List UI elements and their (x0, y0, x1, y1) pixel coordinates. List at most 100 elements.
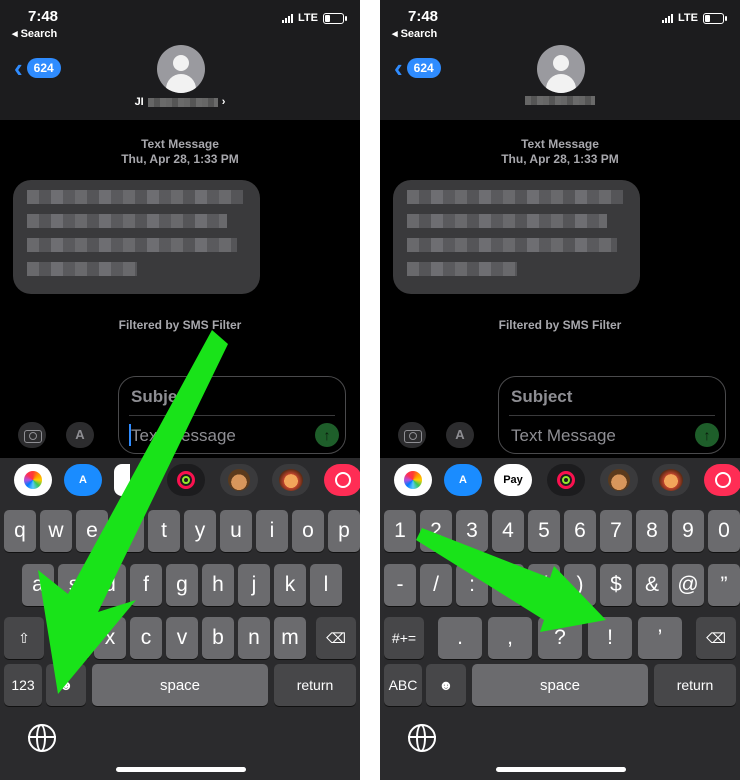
delete-key[interactable]: ⌫ (696, 617, 736, 659)
key-f[interactable]: f (130, 564, 162, 606)
space-key[interactable]: space (92, 664, 268, 706)
animoji-icon[interactable] (272, 464, 310, 496)
back-button[interactable]: ‹ 624 (394, 55, 441, 81)
animoji-icon[interactable] (652, 464, 690, 496)
emoji-key[interactable]: ☻ (426, 664, 466, 706)
key-g[interactable]: g (166, 564, 198, 606)
key-m[interactable]: m (274, 617, 306, 659)
key-q[interactable]: q (4, 510, 36, 552)
key-c[interactable]: c (130, 617, 162, 659)
contact-avatar[interactable] (537, 45, 585, 93)
key-h[interactable]: h (202, 564, 234, 606)
subject-field[interactable]: Subject (511, 387, 572, 407)
send-button[interactable]: ↑ (315, 423, 339, 447)
key-k[interactable]: k (274, 564, 306, 606)
key-punct-1[interactable]: , (488, 617, 532, 659)
key-5[interactable]: 6 (564, 510, 596, 552)
key-sym-3[interactable]: ; (492, 564, 524, 606)
camera-icon[interactable] (18, 422, 46, 448)
photos-icon[interactable] (394, 464, 432, 496)
message-field[interactable]: Text Message (511, 426, 616, 446)
key-punct-3[interactable]: ! (588, 617, 632, 659)
key-r[interactable]: r (112, 510, 144, 552)
key-a[interactable]: a (22, 564, 54, 606)
key-l[interactable]: l (310, 564, 342, 606)
key-sym-8[interactable]: @ (672, 564, 704, 606)
key-0[interactable]: 1 (384, 510, 416, 552)
app-store-icon[interactable]: A (444, 464, 482, 496)
back-to-search-link[interactable]: ◂ Search (392, 27, 437, 40)
key-7[interactable]: 8 (636, 510, 668, 552)
key-8[interactable]: 9 (672, 510, 704, 552)
back-to-search-link[interactable]: ◂ Search (12, 27, 57, 40)
key-sym-7[interactable]: & (636, 564, 668, 606)
subject-field[interactable]: Subject (131, 387, 192, 407)
key-sym-1[interactable]: / (420, 564, 452, 606)
delete-key[interactable]: ⌫ (316, 617, 356, 659)
key-punct-4[interactable]: ’ (638, 617, 682, 659)
globe-icon[interactable] (28, 724, 56, 752)
key-punct-2[interactable]: ? (538, 617, 582, 659)
activity-icon[interactable] (547, 464, 585, 496)
key-u[interactable]: u (220, 510, 252, 552)
message-field[interactable]: Text Message (131, 426, 236, 446)
photos-icon[interactable] (14, 464, 52, 496)
activity-icon[interactable] (167, 464, 205, 496)
key-6[interactable]: 7 (600, 510, 632, 552)
emoji-key[interactable]: ☻ (46, 664, 86, 706)
key-sym-6[interactable]: $ (600, 564, 632, 606)
key-sym-9[interactable]: ” (708, 564, 740, 606)
web-search-icon[interactable] (704, 464, 740, 496)
globe-icon[interactable] (408, 724, 436, 752)
key-i[interactable]: i (256, 510, 288, 552)
key-n[interactable]: n (238, 617, 270, 659)
app-store-toolbar-icon[interactable] (446, 422, 474, 448)
back-button[interactable]: ‹ 624 (14, 55, 61, 81)
key-punct-0[interactable]: . (438, 617, 482, 659)
key-9[interactable]: 0 (708, 510, 740, 552)
symbols-key[interactable]: #+= (384, 617, 424, 659)
app-store-icon[interactable]: A (64, 464, 102, 496)
key-sym-5[interactable]: ) (564, 564, 596, 606)
memoji-icon[interactable] (220, 464, 258, 496)
camera-icon[interactable] (398, 422, 426, 448)
space-key[interactable]: space (472, 664, 648, 706)
key-sym-2[interactable]: : (456, 564, 488, 606)
key-3[interactable]: 4 (492, 510, 524, 552)
key-x[interactable]: x (94, 617, 126, 659)
compose-box[interactable]: Subject Text Message ↑ (118, 376, 346, 454)
key-1[interactable]: 2 (420, 510, 452, 552)
contact-name[interactable]: JI › (130, 96, 230, 108)
key-e[interactable]: e (76, 510, 108, 552)
key-4[interactable]: 5 (528, 510, 560, 552)
key-y[interactable]: y (184, 510, 216, 552)
send-button[interactable]: ↑ (695, 423, 719, 447)
shift-key[interactable]: ⇧ (4, 617, 44, 659)
app-store-toolbar-icon[interactable] (66, 422, 94, 448)
apple-pay-icon[interactable] (114, 464, 130, 496)
letters-mode-key[interactable]: ABC (384, 664, 422, 706)
compose-box[interactable]: Subject Text Message ↑ (498, 376, 726, 454)
key-b[interactable]: b (202, 617, 234, 659)
key-o[interactable]: o (292, 510, 324, 552)
key-d[interactable]: d (94, 564, 126, 606)
key-w[interactable]: w (40, 510, 72, 552)
key-p[interactable]: p (328, 510, 360, 552)
key-z[interactable]: z (58, 617, 90, 659)
key-t[interactable]: t (148, 510, 180, 552)
key-sym-4[interactable]: ( (528, 564, 560, 606)
apple-pay-icon[interactable]: Pay (494, 464, 532, 496)
key-s[interactable]: s (58, 564, 90, 606)
status-time: 7:48 (408, 8, 439, 25)
web-search-icon[interactable] (324, 464, 360, 496)
key-j[interactable]: j (238, 564, 270, 606)
numbers-mode-key[interactable]: 123 (4, 664, 42, 706)
key-2[interactable]: 3 (456, 510, 488, 552)
key-v[interactable]: v (166, 617, 198, 659)
contact-name[interactable] (510, 96, 610, 105)
return-key[interactable]: return (654, 664, 736, 706)
return-key[interactable]: return (274, 664, 356, 706)
contact-avatar[interactable] (157, 45, 205, 93)
memoji-icon[interactable] (600, 464, 638, 496)
key-sym-0[interactable]: - (384, 564, 416, 606)
